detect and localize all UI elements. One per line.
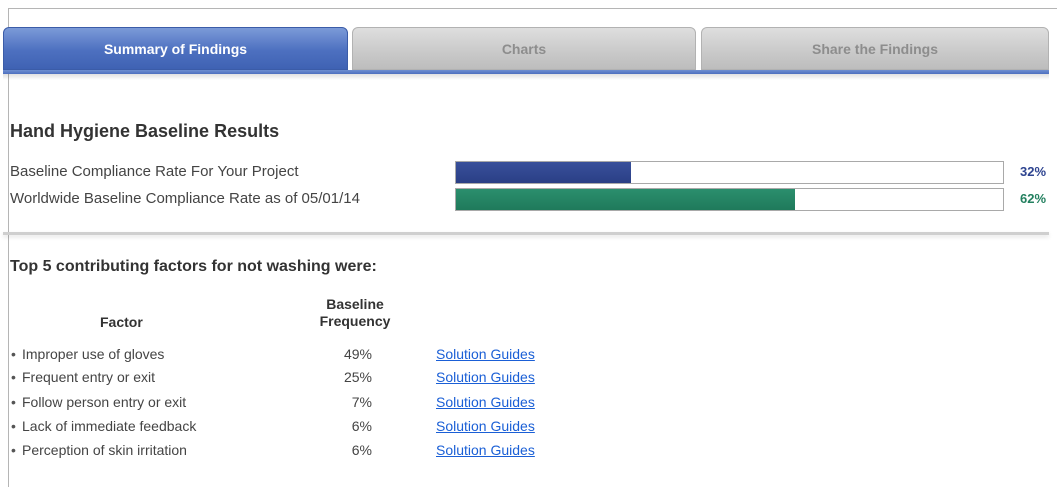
solution-guides-link[interactable]: Solution Guides <box>436 418 535 434</box>
factor-name: Perception of skin irritation <box>11 442 187 458</box>
tab-charts[interactable]: Charts <box>352 27 696 70</box>
project-rate-label: Baseline Compliance Rate For Your Projec… <box>10 163 299 180</box>
worldwide-rate-bar-fill <box>456 189 796 210</box>
table-row: Follow person entry or exit 7% Solution … <box>10 394 610 414</box>
factor-name: Follow person entry or exit <box>11 394 186 410</box>
worldwide-rate-bar <box>455 188 1004 211</box>
factor-frequency: 49% <box>343 346 372 362</box>
factor-name: Frequent entry or exit <box>11 369 155 385</box>
project-rate-row: Baseline Compliance Rate For Your Projec… <box>10 161 1050 184</box>
factor-name: Improper use of gloves <box>11 346 164 362</box>
table-row: Perception of skin irritation 6% Solutio… <box>10 442 610 462</box>
factor-frequency: 6% <box>351 442 372 458</box>
project-rate-bar <box>455 161 1004 184</box>
solution-guides-link[interactable]: Solution Guides <box>436 442 535 458</box>
worldwide-rate-row: Worldwide Baseline Compliance Rate as of… <box>10 188 1050 211</box>
solution-guides-link[interactable]: Solution Guides <box>436 394 535 410</box>
solution-guides-link[interactable]: Solution Guides <box>436 346 535 362</box>
tab-share-the-findings[interactable]: Share the Findings <box>701 27 1049 70</box>
worldwide-rate-percent: 62% <box>1020 191 1047 206</box>
table-row: Improper use of gloves 49% Solution Guid… <box>10 346 610 366</box>
tab-bar: Summary of Findings Charts Share the Fin… <box>3 27 1049 70</box>
frequency-column-header: Baseline Frequency <box>300 296 410 330</box>
factor-frequency: 25% <box>343 369 372 385</box>
factor-frequency: 7% <box>351 394 372 410</box>
frequency-header-line1: Baseline <box>326 296 384 312</box>
worldwide-rate-label: Worldwide Baseline Compliance Rate as of… <box>10 190 360 207</box>
factor-frequency: 6% <box>351 418 372 434</box>
factor-column-header: Factor <box>100 314 143 331</box>
section-divider <box>3 232 1049 235</box>
tab-summary-of-findings[interactable]: Summary of Findings <box>3 27 348 70</box>
project-rate-bar-fill <box>456 162 632 183</box>
frequency-header-line2: Frequency <box>319 313 391 329</box>
table-row: Lack of immediate feedback 6% Solution G… <box>10 418 610 438</box>
tab-underline-shadow <box>3 74 1049 80</box>
solution-guides-link[interactable]: Solution Guides <box>436 369 535 385</box>
table-row: Frequent entry or exit 25% Solution Guid… <box>10 369 610 389</box>
factors-title: Top 5 contributing factors for not washi… <box>10 258 377 275</box>
project-rate-percent: 32% <box>1020 164 1047 179</box>
factor-header-label: Factor <box>100 314 143 330</box>
factor-name: Lack of immediate feedback <box>11 418 196 434</box>
results-title: Hand Hygiene Baseline Results <box>10 121 280 141</box>
